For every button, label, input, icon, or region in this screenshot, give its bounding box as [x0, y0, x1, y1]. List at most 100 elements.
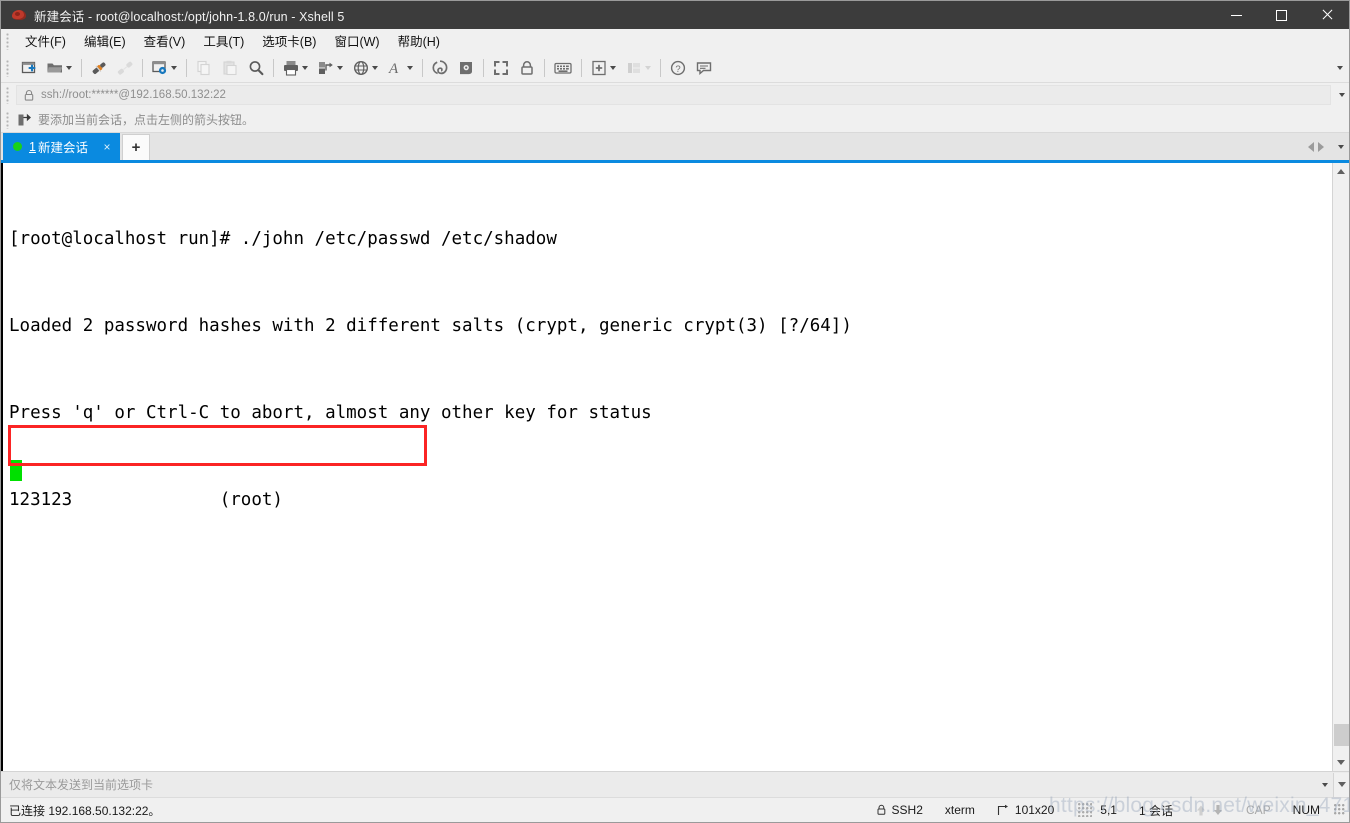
terminal-line: Loaded 2 password hashes with 2 differen…	[9, 316, 852, 336]
address-bar-drag-handle[interactable]	[4, 86, 12, 104]
find-button[interactable]	[244, 56, 268, 80]
terminal-output[interactable]: [root@localhost run]# ./john /etc/passwd…	[3, 163, 1332, 771]
terminal-area: [root@localhost run]# ./john /etc/passwd…	[1, 163, 1349, 771]
title-bar: 新建会话 - root@localhost:/opt/john-1.8.0/ru…	[1, 1, 1349, 29]
tab-bar-controls	[1308, 133, 1349, 160]
svg-text:A: A	[388, 61, 399, 77]
menu-file[interactable]: 文件(F)	[16, 28, 75, 53]
feedback-button[interactable]	[692, 56, 716, 80]
encoding-dropdown-icon[interactable]	[372, 65, 378, 70]
status-num-lock: NUM	[1292, 803, 1320, 817]
terminal-scrollbar[interactable]	[1332, 163, 1349, 771]
address-input[interactable]: ssh://root:******@192.168.50.132:22	[16, 85, 1331, 105]
menu-help[interactable]: 帮助(H)	[389, 28, 449, 53]
fullscreen-icon	[494, 60, 508, 75]
send-text-input[interactable]: 仅将文本发送到当前选项卡	[9, 776, 153, 793]
paste-button[interactable]	[218, 56, 242, 80]
toolbar-drag-handle[interactable]	[4, 58, 12, 77]
address-bar: ssh://root:******@192.168.50.132:22	[1, 83, 1349, 107]
lock-button[interactable]	[515, 56, 539, 80]
fullscreen-button[interactable]	[489, 56, 513, 80]
chevron-left-icon[interactable]	[1308, 141, 1314, 152]
close-button[interactable]	[1304, 1, 1349, 29]
menu-view[interactable]: 查看(V)	[135, 28, 195, 53]
send-bar-scroll[interactable]	[1333, 772, 1349, 797]
open-session-dropdown-icon[interactable]	[66, 65, 72, 70]
status-bar-right: SSH2 xterm 101x20 5,1 1 会话 CAP NUM	[865, 798, 1349, 823]
red-highlight-box	[8, 425, 427, 466]
green-block-cursor	[10, 460, 22, 481]
connection-status: 已连接 192.168.50.132:22。	[9, 803, 161, 818]
scrollbar-thumb[interactable]	[1333, 724, 1349, 746]
new-tab-button[interactable]: +	[121, 134, 150, 160]
tab-close-icon[interactable]: ×	[100, 140, 114, 154]
terminal-line: Press 'q' or Ctrl-C to abort, almost any…	[9, 403, 652, 423]
maximize-button[interactable]	[1259, 1, 1304, 29]
disconnect-icon	[117, 61, 133, 75]
disconnect-button[interactable]	[113, 56, 137, 80]
toolbar-separator	[273, 58, 274, 77]
file-transfer-dropdown-icon[interactable]	[337, 65, 343, 70]
layout-dropdown-icon[interactable]	[645, 65, 651, 70]
scrollbar-track[interactable]	[1333, 180, 1350, 754]
resize-icon	[997, 804, 1008, 815]
toolbar-separator	[483, 58, 484, 77]
copy-button[interactable]	[192, 56, 216, 80]
resize-grip[interactable]	[1334, 804, 1346, 816]
session-properties-dropdown-icon[interactable]	[171, 65, 177, 70]
address-value: ssh://root:******@192.168.50.132:22	[41, 89, 226, 101]
scroll-down-button[interactable]	[1333, 754, 1350, 771]
open-session-button[interactable]	[43, 56, 76, 80]
session-properties-icon	[152, 60, 167, 74]
status-session-count: 1 会话	[1138, 803, 1173, 818]
menu-window[interactable]: 窗口(W)	[325, 28, 388, 53]
xftp-button[interactable]	[454, 56, 478, 80]
file-transfer-icon	[319, 61, 333, 74]
menu-tabs[interactable]: 选项卡(B)	[253, 28, 325, 53]
layout-button[interactable]	[622, 56, 655, 80]
toolbar-separator	[142, 58, 143, 77]
file-transfer-button[interactable]	[314, 56, 347, 80]
connect-button[interactable]	[87, 56, 111, 80]
search-icon	[249, 60, 264, 75]
print-dropdown-icon[interactable]	[302, 65, 308, 70]
send-target-dropdown-button[interactable]	[1315, 782, 1333, 787]
menu-tools[interactable]: 工具(T)	[194, 28, 253, 53]
menu-drag-handle[interactable]	[4, 31, 12, 50]
font-button[interactable]: A	[384, 56, 417, 80]
toolbar-separator	[81, 58, 82, 77]
font-dropdown-icon[interactable]	[407, 65, 413, 70]
send-text-bar: 仅将文本发送到当前选项卡	[1, 771, 1349, 797]
scroll-up-button[interactable]	[1333, 163, 1350, 180]
print-icon	[284, 60, 298, 76]
toolbar-separator	[422, 58, 423, 77]
tab-session-1[interactable]: 1 新建会话 ×	[3, 133, 120, 160]
new-session-button[interactable]	[17, 56, 41, 80]
window-controls	[1214, 1, 1349, 29]
status-caps-lock: CAP	[1245, 803, 1271, 817]
status-bar: 已连接 192.168.50.132:22。 https://blog.csdn…	[1, 794, 1350, 823]
menu-edit[interactable]: 编辑(E)	[75, 28, 135, 53]
tab-list-dropdown-icon[interactable]	[1338, 144, 1344, 149]
encoding-button[interactable]	[349, 56, 382, 80]
session-properties-button[interactable]	[148, 56, 181, 80]
toolbar-overflow-button[interactable]	[1331, 53, 1347, 83]
chevron-up-icon	[1337, 169, 1345, 174]
minimize-button[interactable]	[1214, 1, 1259, 29]
xshell-button[interactable]	[428, 56, 452, 80]
add-panel-dropdown-icon[interactable]	[610, 65, 616, 70]
cursor-pos-icon	[1078, 803, 1093, 817]
status-size: 101x20	[986, 798, 1065, 823]
lock-icon	[24, 89, 34, 101]
help-button[interactable]: ?	[666, 56, 690, 80]
add-panel-button[interactable]	[587, 56, 620, 80]
print-button[interactable]	[279, 56, 312, 80]
chevron-down-icon	[1337, 760, 1345, 765]
chevron-down-icon	[1337, 782, 1346, 787]
address-history-button[interactable]	[1333, 93, 1349, 97]
maximize-icon	[1276, 9, 1287, 21]
notice-bar-drag-handle[interactable]	[4, 110, 12, 129]
font-icon: A	[388, 61, 399, 77]
chevron-right-icon[interactable]	[1318, 141, 1324, 152]
keyboard-button[interactable]	[550, 56, 576, 80]
